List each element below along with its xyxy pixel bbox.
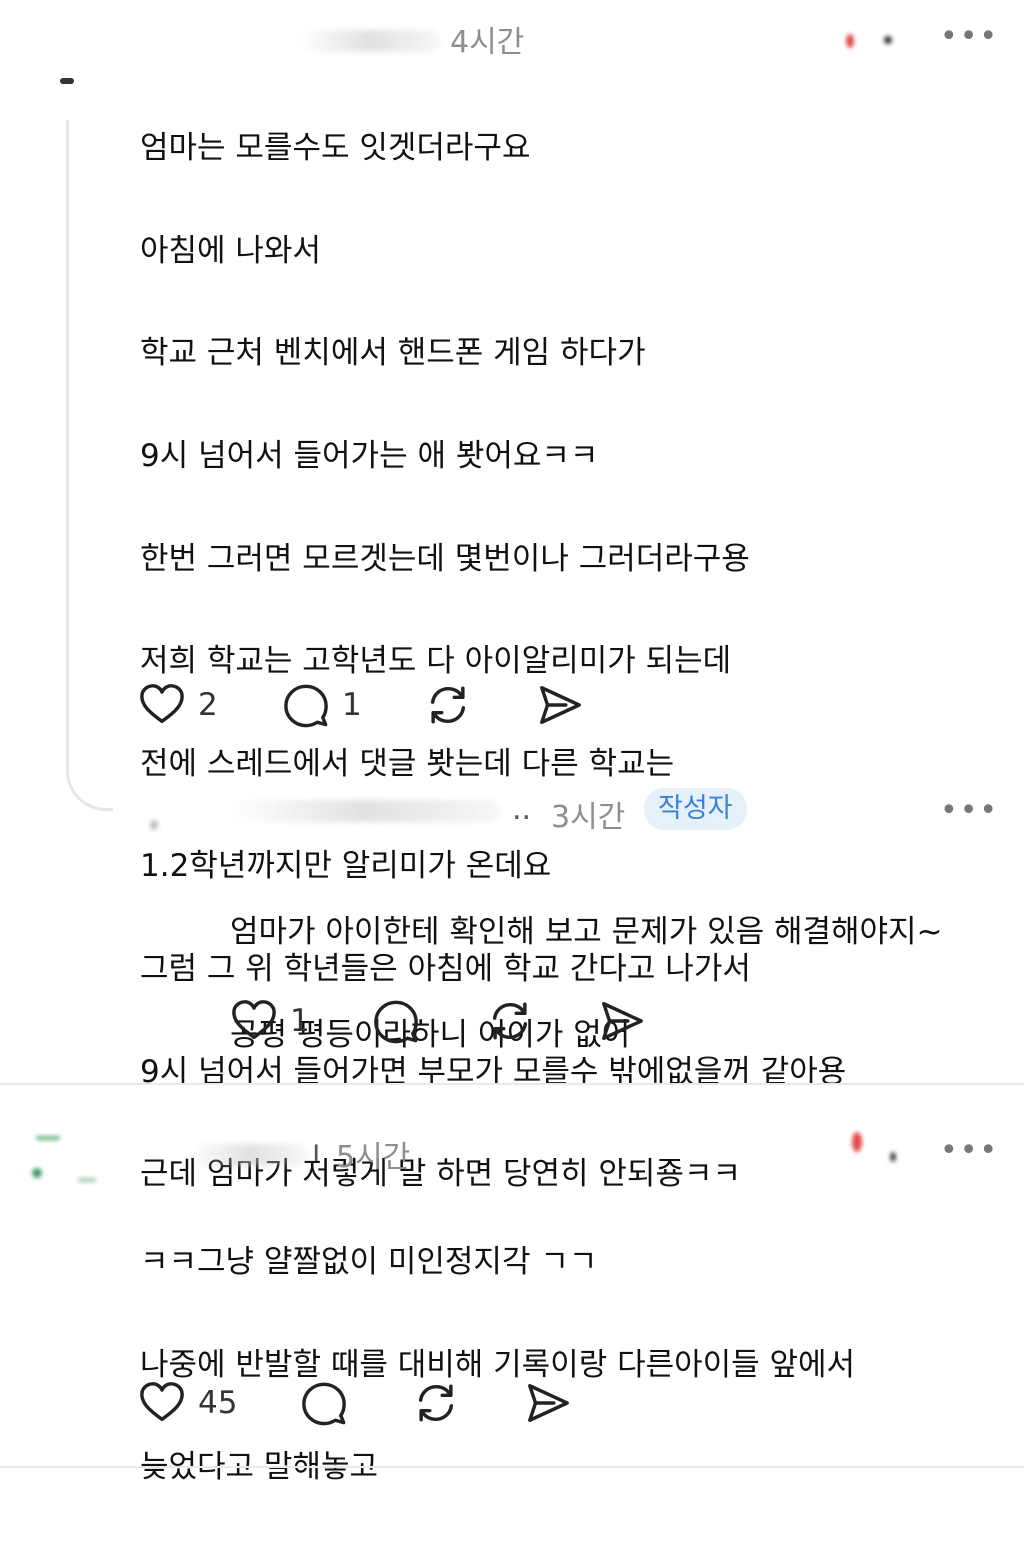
share-button[interactable]	[524, 1380, 572, 1426]
blurred-username	[230, 800, 500, 822]
like-count: 1	[290, 1003, 310, 1039]
like-button[interactable]: 45	[138, 1380, 237, 1426]
share-button[interactable]	[536, 682, 584, 728]
comment-bubble-icon	[372, 998, 420, 1044]
divider	[0, 1083, 1024, 1085]
avatar-smudge	[60, 78, 74, 84]
repost-button[interactable]	[486, 998, 534, 1044]
more-options-button[interactable]: •••	[940, 1136, 999, 1166]
heart-icon	[138, 682, 186, 728]
like-count: 45	[198, 1385, 238, 1421]
timestamp: 3시간	[551, 800, 626, 835]
blurred-username	[300, 30, 440, 52]
reply-button[interactable]	[372, 998, 420, 1044]
avatar	[28, 1126, 108, 1202]
comment-bubble-icon	[282, 682, 330, 728]
timestamp: 4시간	[450, 25, 525, 60]
repost-button[interactable]	[424, 682, 472, 728]
comment-line: 엄마는 모를수도 잇겟더라구요	[140, 130, 531, 167]
comment-line: 9시 넘어서 들어가는 애 봣어요ㅋㅋ	[140, 438, 599, 475]
reply-1: .. 3시간 작성자 ••• 엄마가 아이한테 확인해 보고 문제가 있음 해결…	[0, 770, 1024, 1080]
repost-icon	[412, 1380, 460, 1426]
thread-connector-line	[66, 120, 113, 811]
repost-icon	[486, 998, 534, 1044]
reply-button[interactable]	[300, 1380, 348, 1426]
comment-line: 학교 근처 벤치에서 핸드폰 게임 하다가	[140, 335, 646, 372]
divider	[0, 1466, 1024, 1468]
comment-line: 아침에 나와서	[140, 232, 321, 269]
repost-button[interactable]	[412, 1380, 460, 1426]
more-options-button[interactable]: •••	[940, 22, 999, 52]
username-fragment: ı	[312, 1134, 321, 1169]
send-icon	[536, 682, 584, 728]
like-count: 2	[198, 687, 218, 723]
heart-icon	[230, 998, 278, 1044]
reply-button[interactable]: 1	[282, 682, 362, 728]
reaction-avatar-smudge	[840, 22, 900, 52]
reaction-avatar-smudge	[840, 1124, 900, 1168]
avatar-smudge	[140, 790, 220, 850]
repost-icon	[424, 682, 472, 728]
like-button[interactable]: 1	[230, 998, 310, 1044]
username-fragment: ..	[512, 792, 532, 827]
comment-line: 저희 학교는 고학년도 다 아이알리미가 되는데	[140, 643, 732, 680]
comment-line: ㅋㅋ그냥 얄짤없이 미인정지각 ㄱㄱ	[140, 1244, 598, 1281]
comment-bubble-icon	[300, 1380, 348, 1426]
timestamp: 5시간	[336, 1140, 411, 1175]
heart-icon	[138, 1380, 186, 1426]
like-button[interactable]: 2	[138, 682, 218, 728]
comment-line: 한번 그러면 모르겟는데 몇번이나 그러더라구용	[140, 540, 750, 577]
reply-count: 1	[342, 687, 362, 723]
reply-body: 엄마가 아이한테 확인해 보고 문제가 있음 해결해야지~ 공평 평등이라하니 …	[230, 856, 1010, 1112]
send-icon	[598, 998, 646, 1044]
comment-1: 4시간 ••• 엄마는 모를수도 잇겟더라구요 아침에 나와서 학교 근처 벤치…	[0, 0, 1024, 1192]
send-icon	[524, 1380, 572, 1426]
more-options-button[interactable]: •••	[940, 796, 999, 826]
comment-body: ㅋㅋ그냥 얄짤없이 미인정지각 ㄱㄱ 나중에 반발할 때를 대비해 기록이랑 다…	[140, 1186, 1000, 1545]
comment-line: 늦었다고 말해놓고	[140, 1449, 379, 1486]
share-button[interactable]	[598, 998, 646, 1044]
comment-2: ı 5시간 ••• ㅋㅋ그냥 얄짤없이 미인정지각 ㄱㄱ 나중에 반발할 때를 …	[0, 1100, 1024, 1485]
author-badge: 작성자	[644, 788, 747, 830]
blurred-username	[190, 1144, 308, 1166]
reply-line: 엄마가 아이한테 확인해 보고 문제가 있음 해결해야지~	[230, 914, 943, 951]
